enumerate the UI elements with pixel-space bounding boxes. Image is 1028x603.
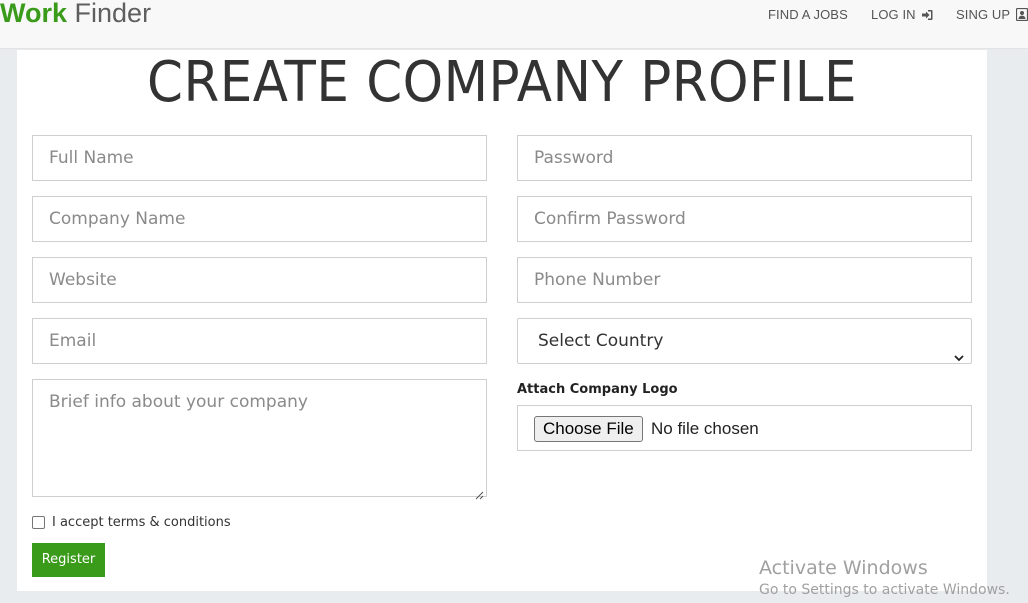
company-name-input[interactable]: Company Name [32, 196, 487, 242]
phone-number-input[interactable]: Phone Number [517, 257, 972, 303]
resize-handle-icon[interactable] [475, 485, 484, 500]
password-input[interactable]: Password [517, 135, 972, 181]
logo-file-input[interactable]: Choose File No file chosen [517, 405, 972, 451]
full-name-input[interactable]: Full Name [32, 135, 487, 181]
watermark-title: Activate Windows [759, 557, 928, 579]
watermark-subtitle: Go to Settings to activate Windows. [759, 582, 1010, 598]
email-input[interactable]: Email [32, 318, 487, 364]
no-file-text: No file chosen [651, 419, 759, 438]
confirm-password-input[interactable]: Confirm Password [517, 196, 972, 242]
page-title: CREATE COMPANY PROFILE [147, 50, 857, 115]
nav-log-in-label: LOG IN [871, 7, 916, 22]
brand-finder: Finder [74, 0, 152, 28]
country-select[interactable]: Select Country [517, 318, 972, 364]
chevron-down-icon [953, 336, 965, 380]
brand-work: Work [0, 0, 68, 28]
brief-info-placeholder: Brief info about your company [49, 392, 308, 412]
brand-logo[interactable]: Work Finder [0, 0, 151, 30]
nav-sign-up-label: SING UP [956, 7, 1010, 22]
brief-info-textarea[interactable]: Brief info about your company [32, 379, 487, 500]
sign-in-icon [921, 9, 933, 25]
logo-label: Attach Company Logo [517, 382, 678, 397]
country-select-value: Select Country [538, 331, 664, 351]
register-button[interactable]: Register [32, 543, 105, 577]
nav-find-jobs[interactable]: FIND A JOBS [768, 7, 848, 23]
nav-sign-up[interactable]: SING UP [956, 7, 1028, 25]
nav-find-jobs-label: FIND A JOBS [768, 7, 848, 22]
website-input[interactable]: Website [32, 257, 487, 303]
user-icon [1015, 7, 1028, 25]
terms-checkbox[interactable] [32, 516, 45, 529]
navbar: Work Finder FIND A JOBS LOG IN SING UP [0, 0, 1028, 49]
terms-label[interactable]: I accept terms & conditions [52, 514, 231, 531]
nav-log-in[interactable]: LOG IN [871, 7, 933, 25]
choose-file-button[interactable]: Choose File [534, 416, 643, 442]
